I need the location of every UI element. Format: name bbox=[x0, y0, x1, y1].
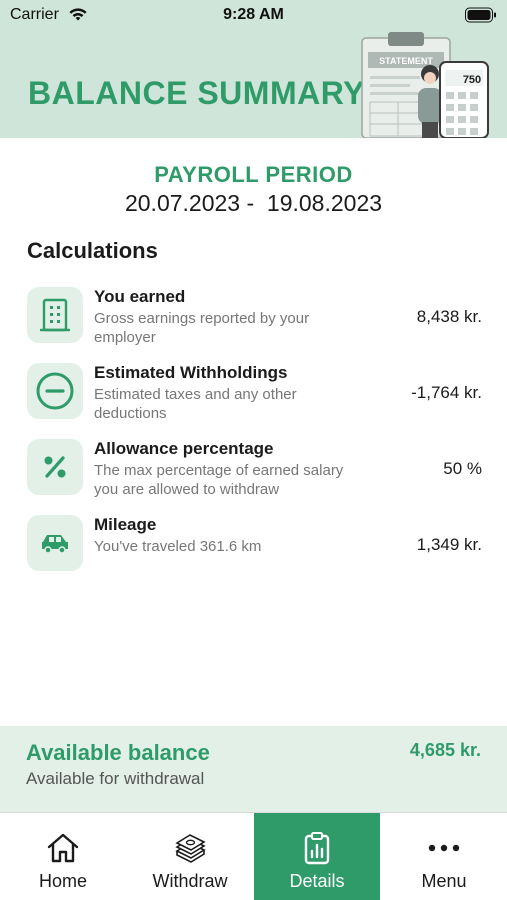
calc-value: 50 % bbox=[443, 459, 482, 478]
header-banner: BALANCE SUMMARY STATEMENT 750 bbox=[0, 30, 507, 138]
clipboard-chart-icon bbox=[303, 831, 331, 865]
available-balance-panel: Available balance Available for withdraw… bbox=[0, 726, 507, 812]
svg-text:750: 750 bbox=[463, 74, 481, 86]
percent-icon bbox=[27, 439, 83, 495]
calculations-heading: Calculations bbox=[27, 238, 158, 263]
calc-title: Mileage bbox=[94, 515, 157, 534]
minus-circle-icon bbox=[27, 363, 83, 419]
statement-illustration: STATEMENT 750 bbox=[358, 30, 498, 138]
available-balance-subtitle: Available for withdrawal bbox=[26, 769, 205, 788]
battery-icon bbox=[465, 7, 497, 28]
calc-row-allowance-percentage: Allowance percentage The max percentage … bbox=[27, 439, 482, 499]
clock: 9:28 AM bbox=[223, 6, 284, 23]
calc-row-estimated-withholdings: Estimated Withholdings Estimated taxes a… bbox=[27, 363, 482, 423]
payroll-period-title: PAYROLL PERIOD bbox=[154, 162, 353, 187]
calc-title: Allowance percentage bbox=[94, 439, 274, 458]
cash-stack-icon bbox=[173, 831, 207, 865]
calc-row-you-earned: You earned Gross earnings reported by yo… bbox=[27, 287, 482, 347]
tab-withdraw[interactable]: Withdraw bbox=[127, 813, 253, 900]
more-dots-icon bbox=[428, 831, 460, 865]
bottom-tab-bar: Home Withdraw Details Menu bbox=[0, 812, 507, 900]
calc-description: You've traveled 361.6 km bbox=[94, 538, 262, 555]
status-bar: Carrier 9:28 AM bbox=[0, 0, 507, 30]
page-title: BALANCE SUMMARY bbox=[28, 75, 365, 111]
tab-details[interactable]: Details bbox=[254, 813, 380, 900]
calc-value: -1,764 kr. bbox=[411, 383, 482, 402]
svg-text:STATEMENT: STATEMENT bbox=[379, 56, 433, 66]
calc-row-mileage: Mileage You've traveled 361.6 km 1,349 k… bbox=[27, 515, 482, 575]
tab-label: Home bbox=[38, 871, 87, 891]
calc-value: 1,349 kr. bbox=[416, 535, 482, 554]
payroll-period-range: 20.07.2023 - 19.08.2023 bbox=[124, 190, 383, 216]
home-icon bbox=[46, 831, 80, 865]
tab-home[interactable]: Home bbox=[0, 813, 126, 900]
calc-description: The max percentage of earned salary you … bbox=[94, 462, 344, 498]
calc-value: 8,438 kr. bbox=[416, 307, 482, 326]
calc-title: You earned bbox=[94, 287, 186, 306]
available-balance-title: Available balance bbox=[26, 740, 210, 765]
tab-label: Details bbox=[289, 871, 345, 891]
calc-title: Estimated Withholdings bbox=[94, 363, 288, 382]
tab-menu[interactable]: Menu bbox=[381, 813, 507, 900]
building-icon bbox=[27, 287, 83, 343]
available-balance-value: 4,685 kr. bbox=[409, 740, 481, 760]
tab-label: Menu bbox=[421, 871, 467, 891]
tab-label: Withdraw bbox=[152, 871, 228, 891]
car-icon bbox=[27, 515, 83, 571]
calc-description: Estimated taxes and any other deductions bbox=[94, 386, 297, 422]
calc-description: Gross earnings reported by your employer bbox=[94, 310, 310, 346]
